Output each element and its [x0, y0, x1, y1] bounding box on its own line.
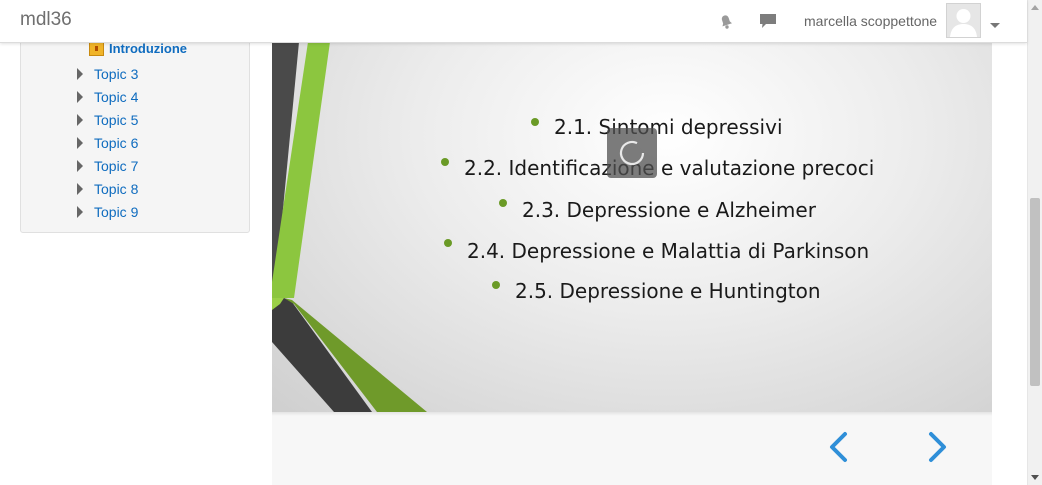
bullet-dot — [441, 158, 449, 166]
expand-triangle-icon[interactable] — [77, 159, 83, 172]
sidebar-item-topic-7[interactable]: Topic 7 — [76, 154, 138, 177]
sidebar-item-label[interactable]: Topic 7 — [94, 158, 138, 174]
site-brand-link[interactable]: mdl36 — [20, 9, 72, 31]
slide-bullet: 2.2. Identificazione e valutazione preco… — [464, 156, 875, 180]
caret-down-icon[interactable] — [990, 16, 1000, 34]
sidebar-item-label[interactable]: Topic 5 — [94, 112, 138, 128]
course-navigation-block: Introduzione Topic 3 Topic 4 Topic 5 Top… — [20, 30, 250, 233]
sidebar-item-topic-4[interactable]: Topic 4 — [76, 85, 138, 108]
sidebar-item-topic-8[interactable]: Topic 8 — [76, 177, 138, 200]
chevron-left-icon[interactable] — [826, 427, 850, 472]
expand-triangle-icon[interactable] — [77, 205, 83, 218]
expand-triangle-icon[interactable] — [77, 67, 83, 80]
bullet-dot — [499, 199, 507, 207]
expand-triangle-icon[interactable] — [77, 113, 83, 126]
topic-list: Topic 3 Topic 4 Topic 5 Topic 6 Topic 7 … — [76, 62, 138, 223]
slide-bullet: 2.5. Depressione e Huntington — [515, 279, 821, 303]
chevron-right-icon[interactable] — [926, 427, 950, 472]
slide-bullet: 2.1. Sintomi depressivi — [554, 115, 783, 139]
scroll-down-icon[interactable] — [1031, 475, 1039, 480]
sidebar-item-introduzione[interactable]: Introduzione — [89, 41, 187, 56]
sidebar-item-topic-9[interactable]: Topic 9 — [76, 200, 138, 223]
bell-icon[interactable] — [717, 12, 735, 30]
user-avatar-icon[interactable] — [946, 3, 981, 38]
top-navbar: mdl36 marcella scoppettone — [0, 0, 1027, 43]
slide-bullet: 2.4. Depressione e Malattia di Parkinson — [467, 239, 870, 263]
sidebar-item-label[interactable]: Topic 8 — [94, 181, 138, 197]
scrollbar-thumb[interactable] — [1030, 198, 1040, 386]
sidebar-item-topic-6[interactable]: Topic 6 — [76, 131, 138, 154]
bullet-dot — [531, 118, 539, 126]
slide-divider — [272, 412, 992, 416]
slide-canvas: 2.1. Sintomi depressivi 2.2. Identificaz… — [272, 42, 992, 413]
sidebar-item-label[interactable]: Topic 6 — [94, 135, 138, 151]
slide-bullet: 2.3. Depressione e Alzheimer — [522, 198, 816, 222]
bullet-dot — [492, 281, 500, 289]
expand-triangle-icon[interactable] — [77, 182, 83, 195]
bullet-dot — [444, 239, 452, 247]
locked-section-icon — [89, 41, 104, 56]
sidebar-item-label[interactable]: Topic 4 — [94, 89, 138, 105]
loading-spinner-icon — [607, 128, 657, 178]
sidebar-item-topic-5[interactable]: Topic 5 — [76, 108, 138, 131]
user-menu-name[interactable]: marcella scoppettone — [804, 13, 937, 29]
expand-triangle-icon[interactable] — [77, 136, 83, 149]
slide-viewer: 2.1. Sintomi depressivi 2.2. Identificaz… — [272, 42, 992, 485]
slide-bullet-list: 2.1. Sintomi depressivi 2.2. Identificaz… — [272, 42, 992, 412]
sidebar-item-label[interactable]: Topic 3 — [94, 66, 138, 82]
page-scrollbar[interactable] — [1027, 0, 1042, 485]
scroll-up-icon[interactable] — [1031, 5, 1039, 10]
sidebar-item-label[interactable]: Topic 9 — [94, 204, 138, 220]
expand-triangle-icon[interactable] — [77, 90, 83, 103]
speech-bubble-icon[interactable] — [759, 12, 777, 30]
sidebar-item-topic-3[interactable]: Topic 3 — [76, 62, 138, 85]
sidebar-item-label: Introduzione — [109, 41, 187, 56]
